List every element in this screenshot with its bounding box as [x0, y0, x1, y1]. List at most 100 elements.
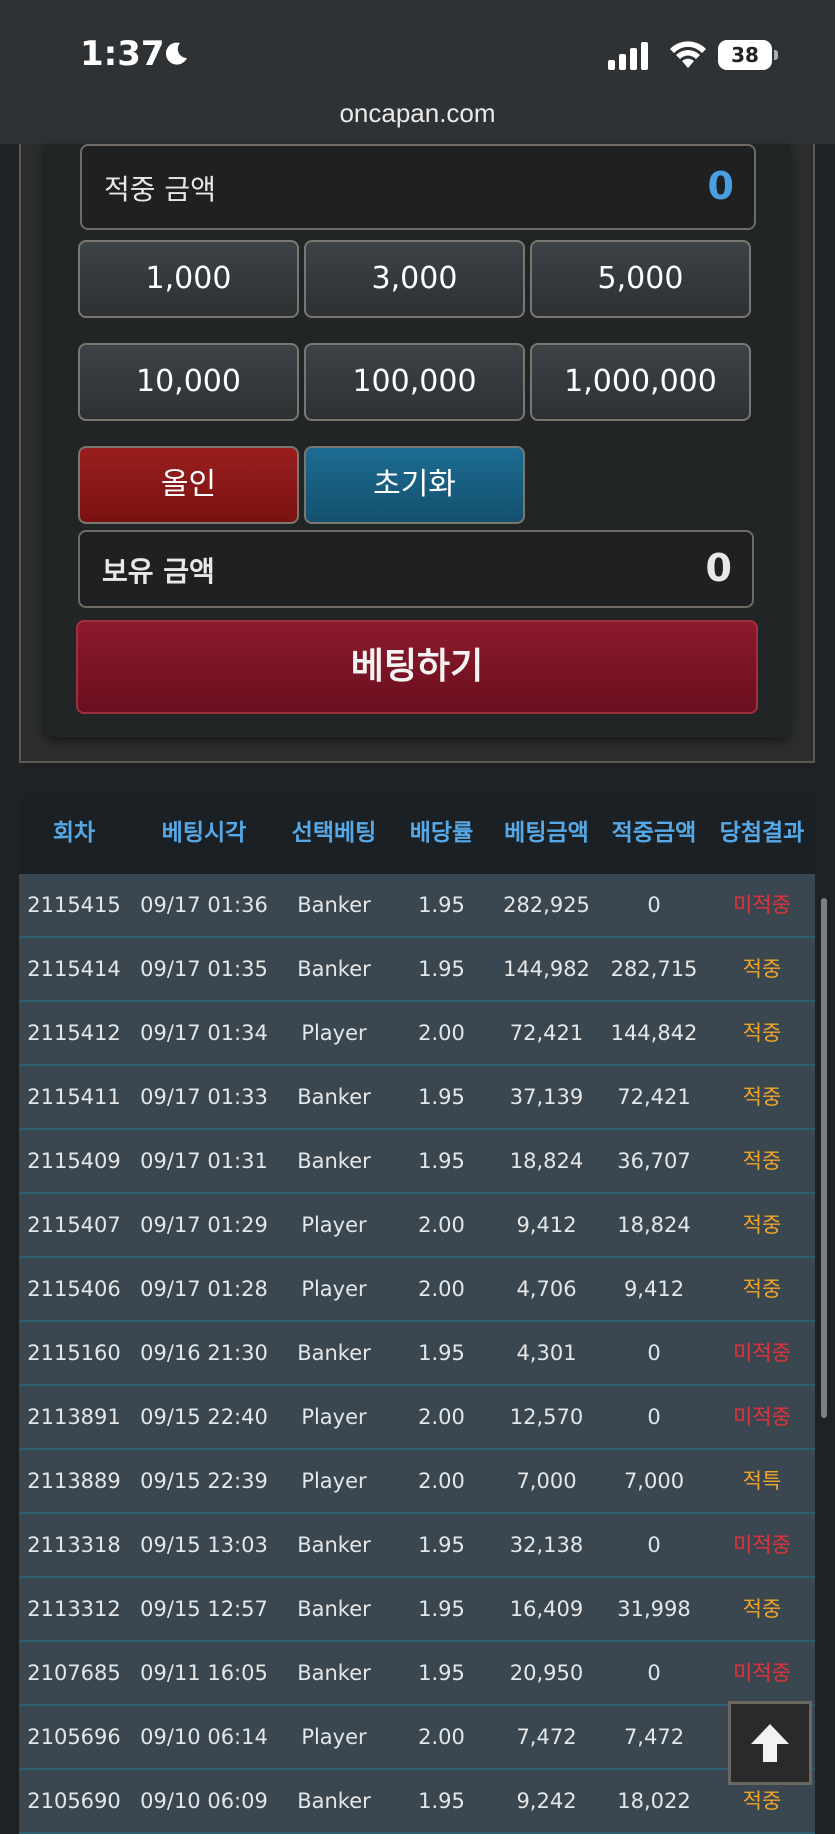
address-bar-url[interactable]: oncapan.com — [0, 98, 835, 129]
chip-button-10000[interactable]: 10,000 — [78, 343, 299, 421]
cell-selection: Banker — [297, 1661, 371, 1685]
cell-bet-time: 09/17 01:35 — [140, 957, 268, 981]
cell-round: 2115407 — [27, 1213, 121, 1237]
table-row: 2105690 09/10 06:09 Banker 1.95 9,242 18,022 적… — [19, 1770, 815, 1834]
cell-selection: Banker — [297, 893, 371, 917]
table-row: 210569609/10 06:14Player2.007,4727,472적특 — [19, 1706, 815, 1770]
cell-result: 미적중 — [733, 1661, 791, 1685]
all-in-button[interactable]: 올인 — [78, 446, 299, 524]
cell-win-amount: 7,000 — [623, 1469, 685, 1493]
cell-win-amount: 72,421 — [617, 1085, 691, 1109]
cell-odds: 2.00 — [418, 1469, 465, 1493]
cell-result: 미적중 — [733, 1405, 791, 1429]
cell-win-amount: 0 — [647, 1341, 661, 1365]
chip-button-1000000[interactable]: 1,000,000 — [530, 343, 751, 421]
balance-label: 보유 금액 — [102, 555, 215, 588]
cell-win-amount: 36,707 — [617, 1149, 691, 1173]
cell-selection: Banker — [297, 957, 371, 981]
cell-selection: Banker — [297, 1597, 371, 1621]
cell-odds: 1.95 — [418, 893, 465, 917]
cell-odds: 2.00 — [418, 1021, 465, 1045]
win-amount-value: 0 — [707, 164, 734, 208]
cell-win-amount: 9,412 — [623, 1277, 685, 1301]
cell-bet-time: 09/10 06:09 — [140, 1789, 268, 1813]
cell-bet-amount: 7,000 — [516, 1469, 577, 1493]
cell-selection: Banker — [297, 1533, 371, 1557]
chip-button-1000[interactable]: 1,000 — [78, 240, 299, 318]
cell-bet-time: 09/16 21:30 — [140, 1341, 268, 1365]
cell-win-amount: 7,472 — [623, 1725, 685, 1749]
table-row: 2115409 09/17 01:31 Banker 1.95 18,824 36,707… — [19, 1130, 815, 1194]
cell-selection: Banker — [297, 1085, 371, 1109]
cell-win-amount: 0 — [647, 1405, 661, 1429]
cell-round: 2105696 — [27, 1725, 121, 1749]
cell-result: 미적중 — [733, 893, 791, 917]
cell-bet-time: 09/15 22:39 — [140, 1469, 268, 1493]
cell-bet-time: 09/11 16:05 — [140, 1661, 268, 1685]
cell-bet-time: 09/17 01:28 — [140, 1277, 268, 1301]
cell-odds: 1.95 — [418, 1661, 465, 1685]
battery-icon: 38 — [718, 40, 778, 70]
cell-bet-time: 09/15 22:40 — [140, 1405, 268, 1429]
cell-result: 적중 — [742, 1149, 782, 1173]
cell-bet-amount: 144,982 — [503, 957, 590, 981]
header-selection: 선택베팅 — [291, 820, 377, 846]
table-row: 2115412 09/17 01:34 Player 2.00 72,421 144,84… — [19, 1002, 815, 1066]
cell-selection: Player — [301, 1021, 367, 1045]
cell-win-amount: 0 — [647, 893, 661, 917]
cell-bet-amount: 282,925 — [503, 893, 590, 917]
cell-result: 적중 — [742, 1597, 782, 1621]
cell-bet-amount: 20,950 — [509, 1661, 584, 1685]
table-row: 2115160 09/16 21:30 Banker 1.95 4,301 0 미적중 — [19, 1322, 815, 1386]
cell-odds: 1.95 — [418, 1533, 465, 1557]
chip-button-5000[interactable]: 5,000 — [530, 240, 751, 318]
cell-win-amount: 0 — [647, 1533, 661, 1557]
cell-odds: 1.95 — [418, 1085, 465, 1109]
cell-result: 미적중 — [733, 1341, 791, 1365]
chip-button-100000[interactable]: 100,000 — [304, 343, 525, 421]
cell-round: 2115412 — [27, 1021, 121, 1045]
cell-result: 적중 — [742, 1085, 782, 1109]
cell-selection: Banker — [297, 1149, 371, 1173]
table-row: 2113312 09/15 12:57 Banker 1.95 16,409 31,998… — [19, 1578, 815, 1642]
cell-round: 2115160 — [27, 1341, 121, 1365]
balance-field: 보유 금액 0 — [78, 530, 754, 608]
cell-win-amount: 144,842 — [610, 1021, 698, 1045]
status-time: 1:37 — [80, 34, 165, 74]
win-amount-field: 적중 금액 0 — [80, 144, 756, 230]
chip-button-3000[interactable]: 3,000 — [304, 240, 525, 318]
balance-value: 0 — [705, 546, 732, 590]
win-amount-label: 적중 금액 — [104, 173, 216, 206]
cell-odds: 1.95 — [418, 957, 465, 981]
moon-icon — [165, 42, 187, 65]
cell-bet-amount: 7,472 — [516, 1725, 577, 1749]
cell-win-amount: 18,824 — [617, 1213, 691, 1237]
scroll-to-top-button[interactable] — [728, 1701, 812, 1785]
cell-bet-amount: 32,138 — [509, 1533, 584, 1557]
reset-button[interactable]: 초기화 — [304, 446, 525, 524]
signal-icon — [608, 42, 648, 70]
cell-win-amount: 18,022 — [617, 1789, 691, 1813]
cell-bet-time: 09/17 01:33 — [140, 1085, 268, 1109]
battery-level: 38 — [718, 40, 772, 70]
cell-round: 2115414 — [27, 957, 121, 981]
bet-history-table: 회차 베팅시각 선택베팅 배당률 베팅금액 적중금액 당첨결과 2115415 0… — [19, 798, 815, 1834]
table-row: 2113318 09/15 13:03 Banker 1.95 32,138 0 미적중 — [19, 1514, 815, 1578]
place-bet-button[interactable]: 베팅하기 — [76, 620, 758, 714]
scrollbar[interactable] — [821, 898, 827, 1418]
cell-selection: Player — [301, 1213, 367, 1237]
cell-win-amount: 31,998 — [617, 1597, 691, 1621]
table-row: 2115414 09/17 01:35 Banker 1.95 144,982 282,7… — [19, 938, 815, 1002]
cell-selection: Player — [301, 1469, 367, 1493]
cell-selection: Player — [301, 1725, 367, 1749]
cell-selection: Player — [301, 1277, 367, 1301]
table-row: 2113889 09/15 22:39 Player 2.00 7,000 7,000 적특 — [19, 1450, 815, 1514]
cell-round: 2113312 — [27, 1597, 121, 1621]
cell-result: 적중 — [742, 1213, 782, 1237]
arrow-up-icon — [751, 1724, 789, 1762]
cell-round: 2115409 — [27, 1149, 121, 1173]
cell-bet-amount: 9,242 — [516, 1789, 577, 1813]
header-result: 당첨결과 — [719, 820, 805, 846]
header-win-amount: 적중금액 — [611, 820, 697, 846]
header-bet-time: 베팅시각 — [161, 820, 247, 846]
